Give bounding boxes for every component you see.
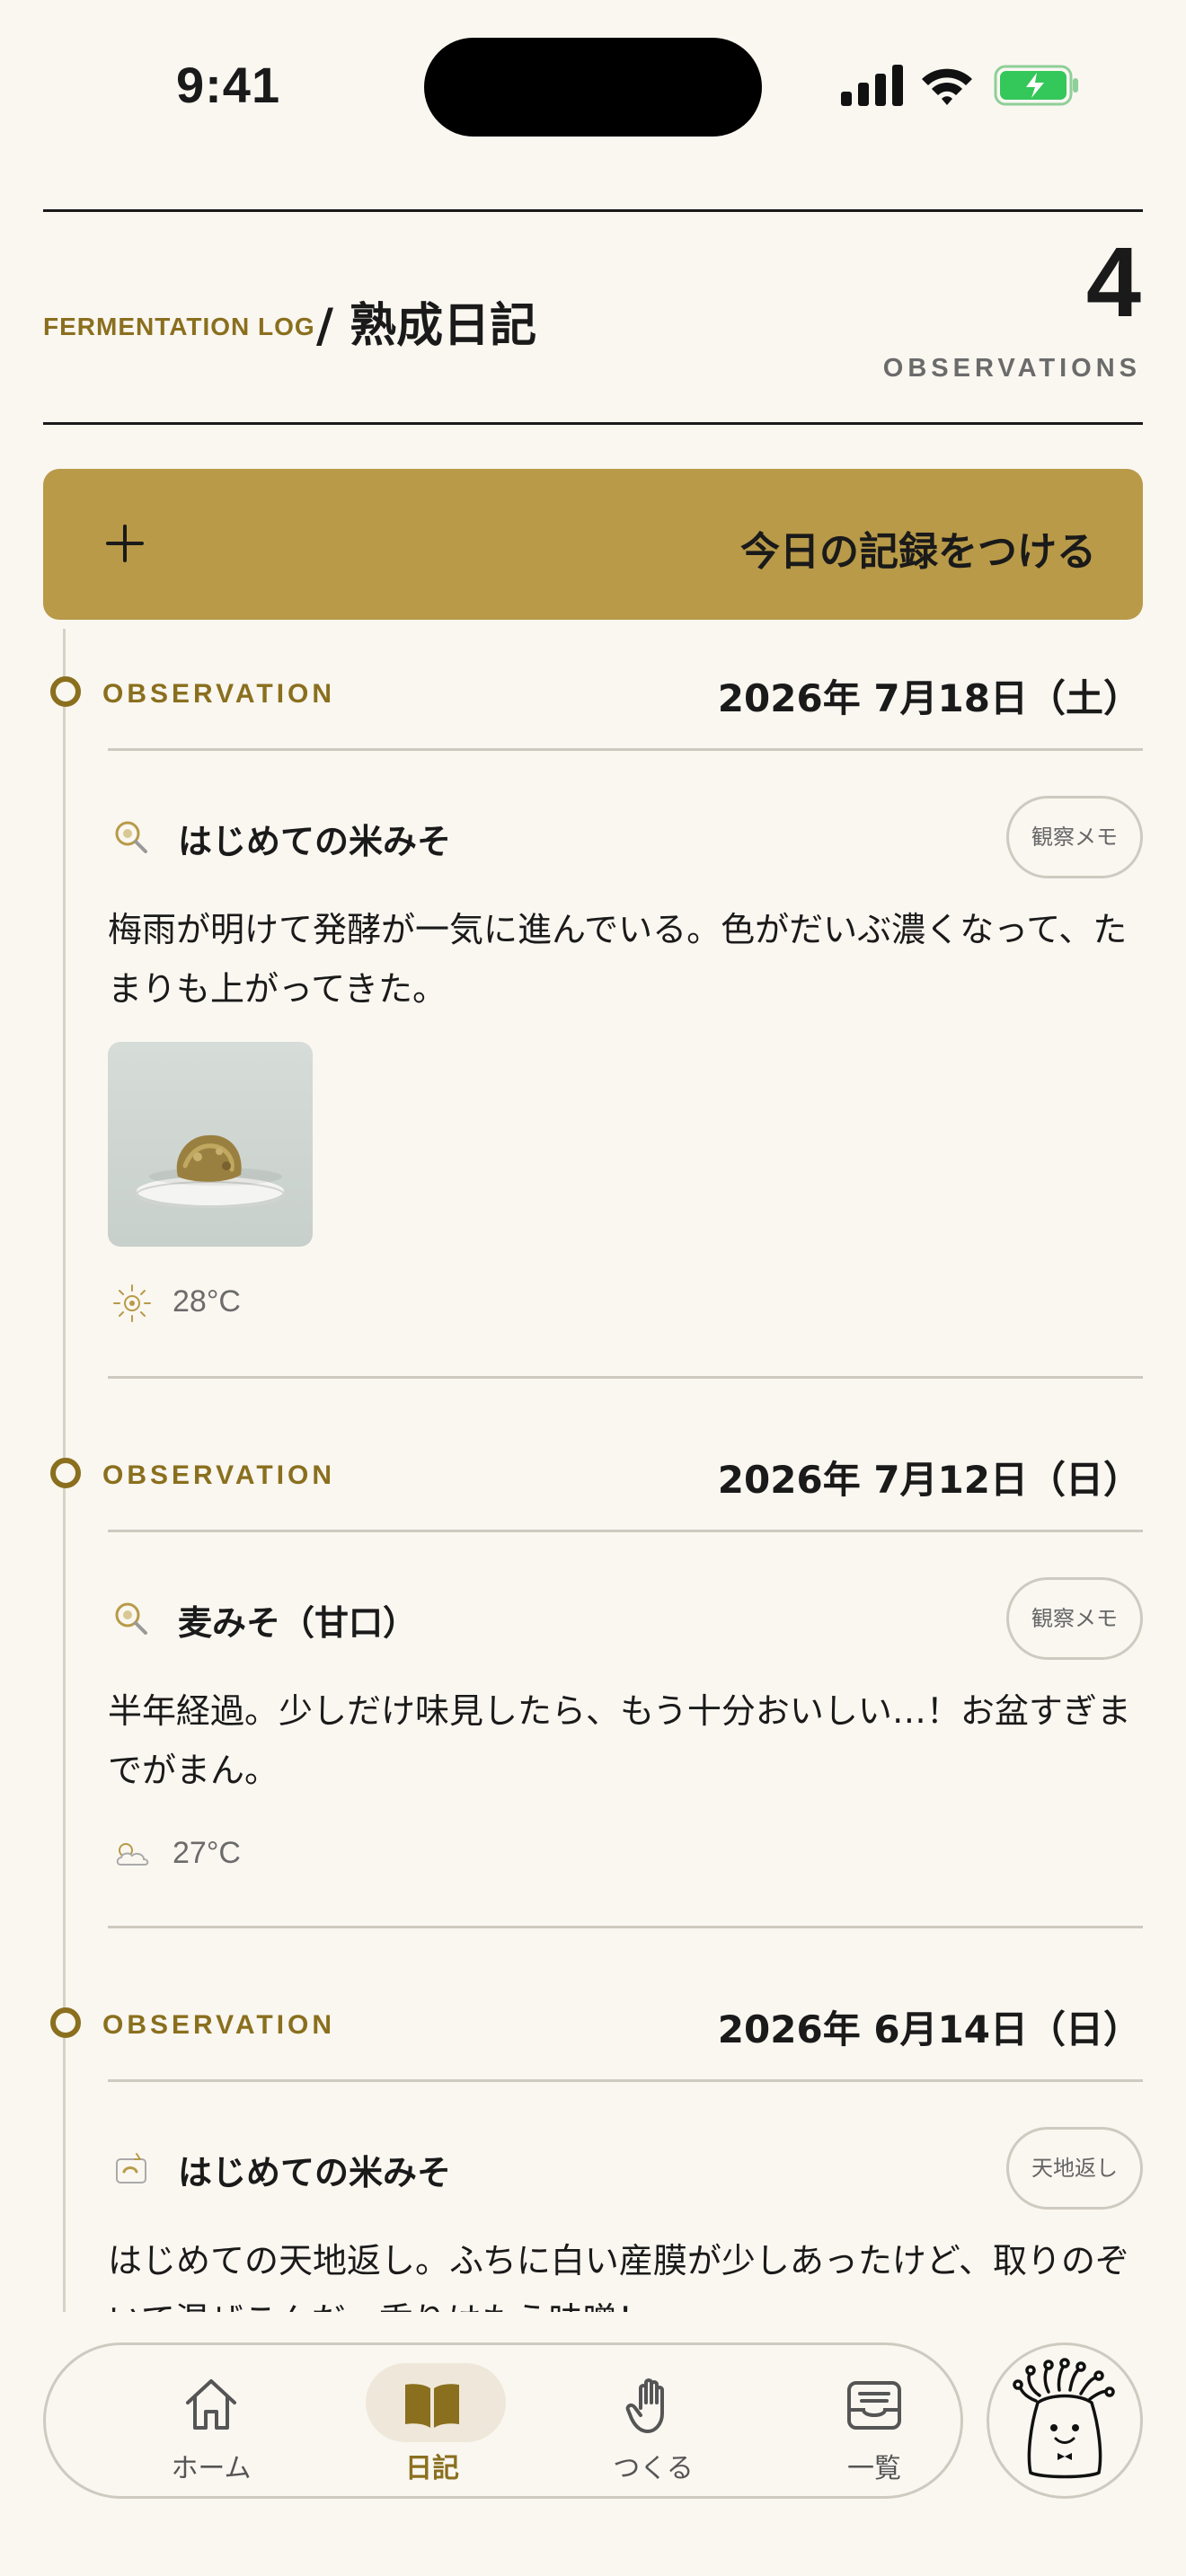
- entry-type-label: OBSERVATION: [102, 1460, 336, 1490]
- battery-icon: [994, 65, 1078, 106]
- entry-divider: [108, 1530, 1143, 1532]
- tab-make-label: つくる: [613, 2453, 694, 2484]
- entry-divider: [108, 1926, 1143, 1928]
- timeline-dot: [50, 2007, 81, 2038]
- add-record-label: 今日の記録をつける: [740, 529, 1096, 575]
- entry-divider: [108, 2079, 1143, 2082]
- magnifier-icon: [115, 821, 147, 853]
- header-eyebrow: FERMENTATION LOG: [43, 313, 315, 340]
- entry-text: 半年経過。少しだけ味見したら、もう十分おいしい…！お盆すぎまでがまん。: [108, 1691, 1131, 1790]
- signal-icon: [841, 63, 904, 106]
- book-icon: [405, 2384, 459, 2428]
- entry-photo[interactable]: [108, 1042, 313, 1247]
- status-bar: 9:41: [0, 0, 1186, 180]
- tray-icon: [847, 2381, 901, 2430]
- dynamic-island: [424, 38, 762, 137]
- entry-date: 2026年 6月14日（日）: [717, 2007, 1141, 2051]
- timeline-dot: [50, 676, 81, 707]
- page-title: / 熟成日記: [316, 299, 537, 353]
- timeline-dot: [50, 1458, 81, 1488]
- header-bottom-rule: [43, 422, 1143, 425]
- mascot-button[interactable]: [987, 2342, 1143, 2499]
- mascot-icon: [1013, 2358, 1115, 2479]
- add-record-button[interactable]: 今日の記録をつける: [43, 469, 1143, 620]
- entry-batch-name: はじめての米みそ: [178, 2153, 452, 2192]
- entry-divider: [108, 748, 1143, 751]
- entry-date: 2026年 7月12日（日）: [717, 1458, 1141, 1502]
- entry-temperature: 27°C: [173, 1836, 241, 1870]
- tab-bar: ホーム 日記 つくる 一覧: [43, 2342, 963, 2499]
- sun-icon: [113, 1284, 151, 1322]
- entry-divider: [108, 1376, 1143, 1379]
- entry-temperature: 28°C: [173, 1284, 241, 1319]
- entry-type-label: OBSERVATION: [102, 2010, 336, 2040]
- observation-count-label: OBSERVATIONS: [882, 354, 1141, 383]
- entry-date: 2026年 7月18日（土）: [717, 676, 1141, 720]
- magnifier-icon: [115, 1602, 147, 1635]
- home-icon: [186, 2379, 236, 2430]
- miso-photo-image: [136, 1134, 285, 1208]
- entry-type-label: OBSERVATION: [102, 679, 336, 709]
- tab-home-label: ホーム: [171, 2453, 252, 2484]
- status-time: 9:41: [176, 57, 281, 113]
- tab-diary[interactable]: 日記: [342, 2345, 522, 2496]
- tab-list[interactable]: 一覧: [784, 2345, 964, 2496]
- entry-text: 梅雨が明けて発酵が一気に進んでいる。色がだいぶ濃くなって、たまりも上がってきた。: [108, 910, 1128, 1009]
- header-top-rule: [43, 209, 1143, 212]
- observation-count: 4: [1085, 227, 1141, 338]
- hand-icon: [625, 2378, 664, 2433]
- entry-text: はじめての天地返し。ふちに白い産膜が少しあったけど、取りのぞいて混ぜこんだ。香り…: [108, 2241, 1129, 2312]
- entry-batch-name: はじめての米みそ: [178, 822, 452, 861]
- cloudy-icon: [116, 1843, 149, 1866]
- flip-icon: [116, 2153, 146, 2183]
- entry-tag[interactable]: 天地返し: [1006, 2127, 1143, 2210]
- plus-icon: [106, 525, 144, 562]
- tab-list-label: 一覧: [847, 2453, 901, 2484]
- entry-batch-name: 麦みそ（甘口）: [178, 1603, 418, 1643]
- tab-diary-label: 日記: [405, 2453, 459, 2484]
- entry-tag[interactable]: 観察メモ: [1006, 796, 1143, 878]
- wifi-icon: [922, 68, 972, 105]
- tab-make[interactable]: つくる: [563, 2345, 743, 2496]
- tab-home[interactable]: ホーム: [121, 2345, 301, 2496]
- timeline-list[interactable]: OBSERVATION 2026年 7月18日（土） はじめての米みそ 観察メモ…: [0, 629, 1186, 2312]
- entry-tag[interactable]: 観察メモ: [1006, 1577, 1143, 1660]
